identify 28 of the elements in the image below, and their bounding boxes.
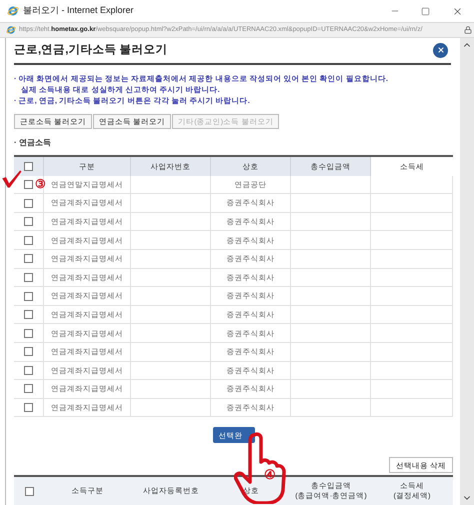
- close-icon: [436, 46, 444, 54]
- checkbox[interactable]: [24, 366, 33, 375]
- checkbox[interactable]: [24, 486, 34, 496]
- close-icon: [452, 6, 462, 16]
- checkbox[interactable]: [24, 328, 33, 338]
- checkbox[interactable]: [24, 217, 33, 226]
- checkbox[interactable]: [24, 403, 33, 412]
- scrollbar[interactable]: [460, 38, 474, 505]
- checkbox[interactable]: [24, 310, 33, 320]
- window-title: 불러오기 - Internet Explorer: [23, 4, 134, 18]
- close-button[interactable]: [433, 42, 448, 58]
- browser-icon: [7, 5, 19, 17]
- checkbox[interactable]: [24, 272, 33, 282]
- checkbox[interactable]: [24, 180, 33, 189]
- checkbox[interactable]: [24, 162, 33, 171]
- lock-icon: [464, 26, 472, 34]
- browser-icon: [6, 25, 16, 35]
- checkbox[interactable]: [24, 384, 33, 394]
- checkbox[interactable]: [24, 292, 33, 301]
- checkbox[interactable]: [24, 347, 33, 356]
- checkbox[interactable]: [24, 236, 33, 245]
- step-number: ③: [35, 178, 46, 190]
- checkbox[interactable]: [24, 254, 33, 264]
- dialog-title: 근로,연금,기타소득 불러오기: [14, 42, 168, 58]
- section-label: · 연금소득: [14, 136, 52, 149]
- checkbox[interactable]: [24, 198, 33, 208]
- maximize-icon: [420, 6, 430, 16]
- check-mark-drawing: [1, 168, 22, 190]
